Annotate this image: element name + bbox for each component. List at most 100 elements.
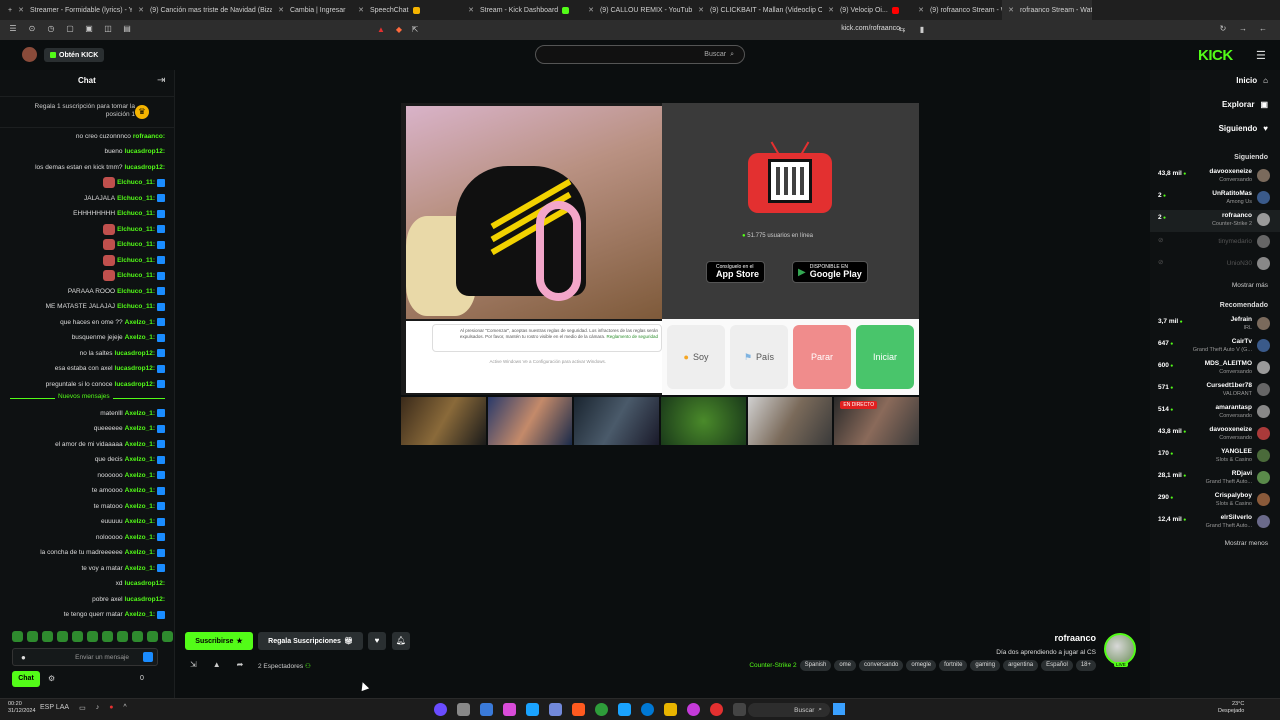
safety-rules-link[interactable]: Reglamento de seguridad	[606, 334, 658, 339]
stream-thumbnail[interactable]	[747, 397, 833, 445]
nav-compass[interactable]: Explorar ▣	[1222, 100, 1268, 109]
app-icon[interactable]	[710, 703, 723, 716]
close-tab-icon[interactable]: ✕	[588, 6, 594, 14]
chat-username[interactable]: Elchuco_11:	[117, 272, 155, 279]
country-button[interactable]: ⚑ País	[730, 325, 788, 389]
sidebar-channel[interactable]: elrSilverlo Grand Theft Auto... 12,4 mil	[1150, 512, 1280, 534]
stream-tag[interactable]: fortnite	[939, 660, 968, 671]
share-arrow-icon[interactable]: ➦	[237, 660, 244, 669]
google-play-button[interactable]: ▶ DISPONIBLE EN Google Play	[792, 261, 868, 283]
browser-tab[interactable]: ✕ Cambia | Ingresar	[272, 0, 352, 20]
sidebar-icon[interactable]: ▣	[84, 24, 94, 34]
chat-username[interactable]: Elchuco_11:	[117, 288, 155, 295]
stream-thumbnail[interactable]	[401, 397, 486, 445]
app-icon[interactable]	[503, 703, 516, 716]
stream-tag[interactable]: Español	[1041, 660, 1073, 671]
emote-icon[interactable]	[162, 631, 173, 642]
url-text[interactable]: kick.com/rofraanco	[841, 25, 900, 32]
chat-username[interactable]: Elchuco_11:	[117, 257, 155, 264]
chat-send-button[interactable]: Chat	[12, 671, 40, 687]
windows-start-icon[interactable]	[833, 703, 845, 715]
stream-thumbnail[interactable]	[487, 397, 573, 445]
sidebar-channel[interactable]: YANGLEE Slots & Casino 170	[1150, 446, 1280, 468]
sidebar-channel[interactable]: davooxeneize Conversando 43,8 mil	[1150, 166, 1280, 188]
emote-icon[interactable]	[102, 631, 113, 642]
chat-username[interactable]: lucasdrop12:	[125, 580, 165, 587]
chat-username[interactable]: lucasdrop12:	[115, 365, 155, 372]
search-input[interactable]: Buscar ⌕	[535, 45, 745, 64]
start-button[interactable]: Iniciar	[856, 325, 914, 389]
gift-sub-banner[interactable]: Regala 1 suscripción para tomar la posic…	[0, 96, 175, 128]
emote-icon[interactable]	[42, 631, 53, 642]
browser-tab[interactable]: ✕ rofraanco Stream - Watch Li...	[1002, 0, 1093, 20]
app-icon[interactable]	[526, 703, 539, 716]
sidebar-channel[interactable]: CairTv Grand Theft Auto V (G... 647	[1150, 336, 1280, 358]
chat-username[interactable]: Axelzo_1:	[125, 549, 155, 556]
user-avatar[interactable]	[22, 47, 37, 62]
tabs-icon[interactable]: ▢	[65, 24, 75, 34]
stream-tag[interactable]: conversando	[859, 660, 904, 671]
sidebar-channel[interactable]: MDS_ALEITMO Conversando 600	[1150, 358, 1280, 380]
emote-icon[interactable]	[117, 631, 128, 642]
settings-app-icon[interactable]	[457, 703, 470, 716]
chat-username[interactable]: Axelzo_1:	[125, 456, 155, 463]
clip-icon[interactable]: ⇲	[190, 660, 197, 669]
extension-icon[interactable]: ⊙	[27, 24, 37, 34]
reload-icon[interactable]: ↻	[1218, 24, 1228, 34]
chat-username[interactable]: Elchuco_11:	[117, 195, 155, 202]
browser-tab[interactable]: ✕ (9) CLICKBAIT - Mallan (Videoclip Ofici…	[692, 0, 822, 20]
chat-username[interactable]: Axelzo_1:	[125, 503, 155, 510]
file-explorer-icon[interactable]	[664, 703, 677, 716]
close-tab-icon[interactable]: ✕	[18, 6, 24, 14]
app-icon[interactable]	[733, 703, 746, 716]
kick-logo[interactable]: KICK	[1198, 47, 1233, 64]
chat-username[interactable]: lucasdrop12:	[125, 596, 165, 603]
gender-button[interactable]: ● Soy	[667, 325, 725, 389]
chat-username[interactable]: lucasdrop12:	[125, 164, 165, 171]
window-icon[interactable]: ▤	[122, 24, 132, 34]
close-tab-icon[interactable]: ✕	[358, 6, 364, 14]
stream-category[interactable]: Counter-Strike 2	[749, 660, 796, 671]
app-icon[interactable]	[687, 703, 700, 716]
stream-thumbnail[interactable]	[574, 397, 660, 445]
network-icon[interactable]: ▭	[79, 704, 86, 712]
browser-tab[interactable]: ✕ (9) Velocip Oi...	[822, 0, 912, 20]
close-tab-icon[interactable]: ✕	[1008, 6, 1014, 14]
get-kick-button[interactable]: Obtén KICK	[44, 48, 105, 62]
notifications-bell-button[interactable]: 🔔︎	[392, 632, 410, 650]
chat-username[interactable]: Axelzo_1:	[125, 518, 155, 525]
emote-picker-icon[interactable]	[143, 652, 153, 662]
chat-username[interactable]: Axelzo_1:	[125, 319, 155, 326]
stream-tag[interactable]: gaming	[970, 660, 1001, 671]
sidebar-channel[interactable]: rofraanco Counter-Strike 2 2	[1150, 210, 1280, 232]
language-indicator[interactable]: ESP LAA	[40, 704, 69, 712]
close-tab-icon[interactable]: ✕	[468, 6, 474, 14]
chat-username[interactable]: Axelzo_1:	[125, 487, 155, 494]
sidebar-channel[interactable]: tinymedario ⊘	[1150, 232, 1280, 254]
close-tab-icon[interactable]: ✕	[918, 6, 924, 14]
emote-icon[interactable]	[72, 631, 83, 642]
tune-icon[interactable]: ⇆	[897, 25, 907, 35]
chat-username[interactable]: Elchuco_11:	[117, 241, 155, 248]
app-store-button[interactable]: Consíguelo en el App Store	[706, 261, 766, 283]
bookmark-icon[interactable]: ▮	[917, 25, 927, 35]
chat-username[interactable]: Elchuco_11:	[117, 210, 155, 217]
chevron-up-icon[interactable]: ^	[123, 704, 126, 712]
emote-icon[interactable]	[132, 631, 143, 642]
menu-icon[interactable]: ☰	[8, 24, 18, 34]
chat-username[interactable]: Axelzo_1:	[125, 534, 155, 541]
chat-username[interactable]: Elchuco_11:	[117, 179, 155, 186]
video-player[interactable]: 51.775 usuarios en línea ▶ DISPONIBLE EN…	[401, 103, 919, 395]
close-tab-icon[interactable]: ✕	[138, 6, 144, 14]
chat-settings-icon[interactable]: ⚙	[48, 674, 55, 683]
chat-username[interactable]: Elchuco_11:	[117, 303, 155, 310]
channel-avatar[interactable]: LIVE	[1104, 633, 1136, 667]
nav-heart[interactable]: Siguiendo ♥	[1219, 124, 1268, 133]
share-icon[interactable]: ⇱	[410, 25, 420, 35]
stream-language-tag[interactable]: Spanish	[799, 660, 832, 671]
sidebar-channel[interactable]: Cursedt1ber78 VALORANT 571	[1150, 380, 1280, 402]
show-less-link[interactable]: Mostrar menos	[1225, 540, 1268, 547]
weather-widget[interactable]: 23°C Despejado	[1218, 701, 1244, 716]
hamburger-menu-icon[interactable]: ☰	[1256, 49, 1266, 62]
taskbar-clock[interactable]: 00:20 31/12/2024	[8, 701, 36, 716]
